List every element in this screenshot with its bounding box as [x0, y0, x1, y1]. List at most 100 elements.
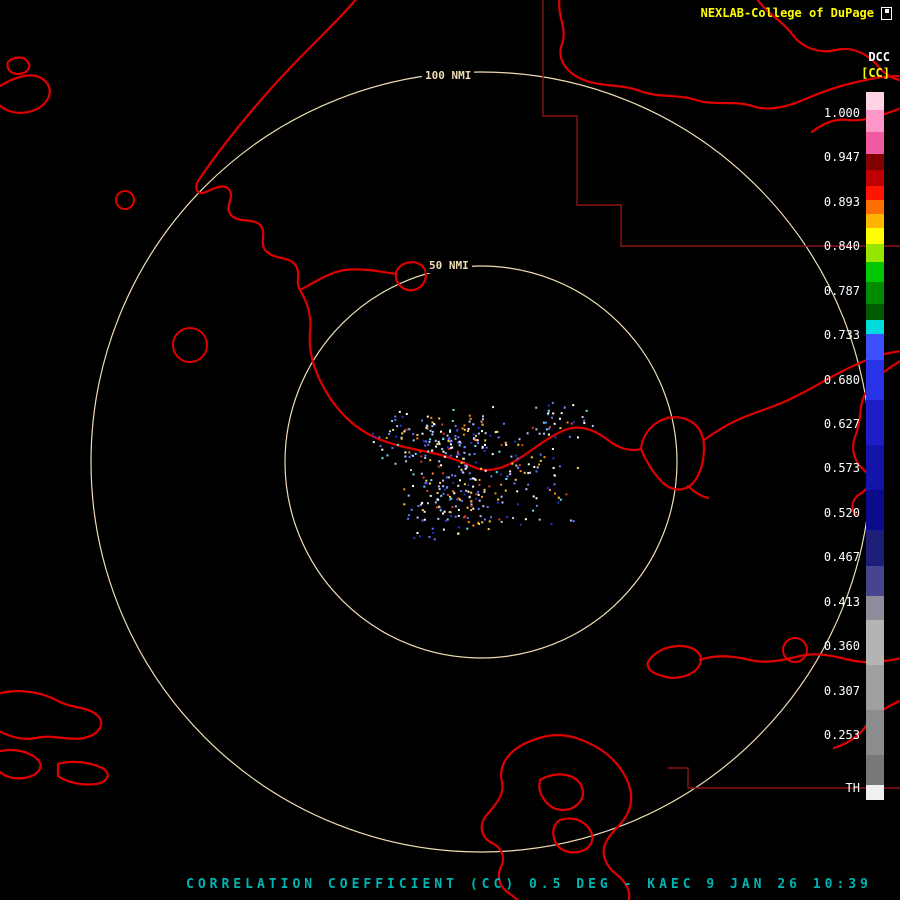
radar-echo-pixel	[474, 478, 477, 481]
radar-echo-pixel	[470, 509, 473, 512]
color-scale-segment	[866, 304, 884, 320]
radar-echo-pixel	[422, 476, 425, 479]
radar-echo-pixel	[469, 478, 472, 481]
radar-echo-pixel	[395, 435, 398, 438]
radar-echo-pixel	[466, 527, 469, 530]
radar-echo-pixel	[466, 506, 469, 509]
radar-echo-pixel	[452, 409, 455, 411]
radar-echo-pixel	[420, 472, 423, 475]
radar-echo-pixel	[473, 437, 476, 440]
radar-echo-pixel	[535, 470, 538, 473]
radar-echo-pixel	[459, 498, 461, 501]
radar-echo-pixel	[535, 406, 538, 409]
product-code-label: DCC	[868, 50, 890, 64]
color-scale-segment	[866, 214, 884, 228]
radar-echo-pixel	[549, 426, 551, 429]
color-scale-tick-label: 0.307	[823, 683, 860, 698]
color-scale-segment	[866, 785, 884, 800]
radar-echo-pixel	[591, 424, 594, 427]
radar-echo-pixel	[527, 463, 530, 466]
radar-echo-pixel	[498, 518, 501, 521]
color-scale-segment	[866, 360, 884, 400]
radar-echo-pixel	[464, 467, 467, 470]
radar-echo-pixel	[482, 505, 485, 508]
radar-echo-pixel	[428, 536, 431, 538]
radar-echo-pixel	[436, 443, 439, 446]
color-scale-segment	[866, 530, 884, 566]
radar-echo-pixel	[470, 505, 473, 508]
radar-echo-pixel	[527, 483, 530, 486]
radar-echo-pixel	[570, 422, 573, 425]
color-scale-tick-label: 0.680	[823, 372, 860, 387]
status-bar: CORRELATION COEFFICIENT (CC) 0.5 DEG - K…	[186, 877, 872, 892]
radar-echo-pixel	[468, 472, 471, 475]
radar-echo-pixel	[565, 493, 568, 496]
radar-echo-pixel	[466, 430, 469, 432]
radar-echo-pixel	[481, 430, 483, 433]
radar-echo-pixel	[404, 455, 407, 458]
radar-echo-pixel	[482, 415, 484, 418]
color-scale-segment	[866, 244, 884, 262]
radar-echo-pixel	[458, 444, 461, 447]
radar-echo-pixel	[559, 498, 562, 501]
radar-echo-pixel	[391, 446, 394, 449]
radar-echo-pixel	[440, 494, 443, 497]
radar-echo-pixel	[392, 428, 395, 431]
radar-echo-pixel	[495, 471, 498, 474]
radar-echo-pixel	[477, 507, 480, 510]
radar-echo-pixel	[532, 495, 535, 498]
radar-echo-pixel	[455, 429, 458, 432]
radar-echo-pixel	[533, 466, 536, 468]
color-scale-tick-label: 0.893	[823, 194, 860, 209]
radar-echo-pixel	[523, 471, 526, 474]
radar-echo-pixel	[472, 423, 475, 426]
radar-echo-pixel	[455, 455, 458, 458]
radar-echo-pixel	[535, 497, 538, 500]
radar-echo-pixel	[428, 440, 431, 443]
radar-echo-pixel	[463, 428, 466, 431]
radar-echo-pixel	[405, 460, 408, 463]
radar-echo-pixel	[439, 509, 442, 512]
radar-echo-pixel	[444, 519, 447, 522]
radar-echo-pixel	[477, 426, 480, 429]
radar-echo-pixel	[426, 482, 429, 485]
radar-echo-pixel	[577, 436, 579, 439]
color-scale-tick-label: 0.947	[823, 150, 860, 165]
color-scale-tick-label: 0.413	[823, 594, 860, 609]
color-scale-tick-label: 0.360	[823, 639, 860, 654]
radar-echo-pixel	[429, 459, 432, 462]
radar-echo-pixel	[431, 527, 434, 530]
radar-echo-pixel	[462, 457, 465, 460]
radar-echo-pixel	[435, 445, 438, 448]
radar-echo-pixel	[467, 484, 470, 487]
radar-echo-pixel	[487, 528, 490, 531]
radar-echo-pixel	[481, 418, 484, 421]
lake-outline	[115, 190, 135, 210]
color-scale-tick-label: 0.253	[823, 728, 860, 743]
radar-echo-pixel	[456, 452, 459, 455]
radar-echo-pixel	[423, 518, 426, 521]
radar-echo-pixel	[463, 493, 466, 496]
color-scale-segment	[866, 490, 884, 530]
radar-echo-pixel	[465, 489, 468, 492]
product-unit-label: [CC]	[861, 66, 890, 80]
radar-echo-pixel	[374, 435, 377, 438]
radar-echo-pixel	[516, 490, 519, 493]
radar-echo-pixel	[413, 537, 416, 540]
radar-echo-pixel	[465, 464, 468, 467]
radar-echo-pixel	[553, 483, 556, 486]
radar-echo-pixel	[458, 465, 460, 468]
radar-echo-pixel	[408, 456, 411, 458]
radar-echo-pixel	[449, 440, 452, 443]
radar-echo-pixel	[478, 483, 481, 486]
radar-echo-pixel	[431, 433, 434, 436]
radar-echo-pixel	[461, 427, 464, 430]
radar-echo-pixel	[439, 481, 442, 484]
radar-echo-pixel	[490, 516, 492, 519]
color-scale-segment	[866, 228, 884, 244]
radar-echo-pixel	[385, 437, 388, 439]
radar-echo-pixel	[473, 453, 476, 455]
coastline	[552, 817, 594, 854]
radar-echo-pixel	[451, 446, 454, 449]
radar-echo-pixel	[427, 450, 430, 453]
